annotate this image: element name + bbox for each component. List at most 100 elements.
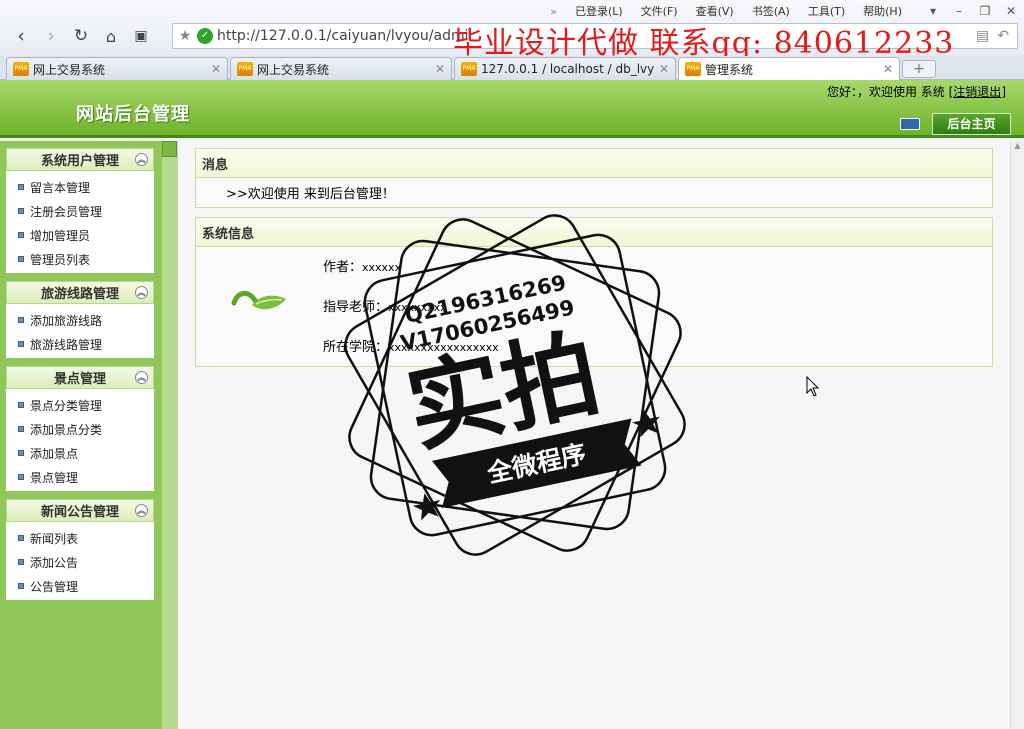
tab-1[interactable]: PMA 网上交易系统 ✕	[6, 57, 228, 80]
sidebar-item[interactable]: 景点管理	[6, 465, 154, 489]
logout-link[interactable]: 注销退出	[953, 85, 1001, 99]
bullet-icon	[18, 341, 24, 347]
nav-buttons: ‹ › ↻ ⌂ ▣	[6, 22, 156, 50]
sidebar-item[interactable]: 旅游线路管理	[6, 332, 154, 356]
tab-strip: PMA 网上交易系统 ✕ PMA 网上交易系统 ✕ PMA 127.0.0.1 …	[0, 56, 1024, 80]
browser-toolbar: » 已登录(L) 文件(F) 查看(V) 书签(A) 工具(T) 帮助(H) ▾…	[0, 0, 1024, 61]
sidebar-toggle-icon[interactable]	[900, 118, 920, 130]
close-tab-icon[interactable]: ✕	[883, 62, 893, 76]
forward-arrow-icon[interactable]: ›	[36, 23, 66, 49]
undo-icon[interactable]: ↶	[997, 28, 1009, 44]
bullet-icon	[18, 474, 24, 480]
url-text[interactable]: http://127.0.0.1/caiyuan/lvyou/admin/ind…	[217, 28, 467, 44]
menu-tools[interactable]: 工具(T)	[808, 3, 845, 19]
sidebar-group-title: 新闻公告管理	[40, 505, 119, 520]
welcome-text: 您好：，欢迎使用 系统 [注销退出]	[827, 83, 1006, 100]
close-window-icon[interactable]: ✕	[998, 4, 1024, 18]
collapse-chevron-icon[interactable]: ︽	[135, 286, 148, 299]
back-arrow-icon[interactable]: ‹	[6, 23, 36, 49]
overflow-chevron-icon[interactable]: »	[550, 5, 557, 18]
bullet-icon	[18, 184, 24, 190]
admin-home-button[interactable]: 后台主页	[932, 113, 1011, 135]
bullet-icon	[18, 317, 24, 323]
page-tool-icon[interactable]: ▤	[976, 28, 989, 44]
sidebar-item[interactable]: 公告管理	[6, 574, 154, 598]
pma-favicon-icon: PMA	[13, 62, 29, 76]
minimize-icon[interactable]: –	[946, 4, 972, 18]
close-tab-icon[interactable]: ✕	[211, 62, 221, 76]
close-tab-icon[interactable]: ✕	[435, 62, 445, 76]
bullet-icon	[18, 583, 24, 589]
sidebar-group-header[interactable]: 景点管理 ︽	[6, 366, 154, 389]
sidebar-item[interactable]: 新闻列表	[6, 526, 154, 550]
sidebar-item-label: 新闻列表	[30, 531, 79, 546]
sidebar-item-label: 添加旅游线路	[30, 313, 103, 328]
tab-2[interactable]: PMA 网上交易系统 ✕	[230, 57, 452, 80]
tab-label: 网上交易系统	[33, 62, 106, 77]
site-title: 网站后台管理	[76, 104, 190, 125]
bullet-icon	[18, 232, 24, 238]
pma-favicon-icon: PMA	[237, 62, 253, 76]
sidebar-item[interactable]: 添加公告	[6, 550, 154, 574]
sidebar-item[interactable]: 景点分类管理	[6, 393, 154, 417]
shirt-icon[interactable]: ▾	[920, 4, 946, 18]
bullet-icon	[18, 256, 24, 262]
restore-icon[interactable]: ❐	[972, 4, 998, 18]
tab-3[interactable]: PMA 127.0.0.1 / localhost / db_lvyou / u…	[454, 57, 676, 80]
sidebar-item[interactable]: 添加旅游线路	[6, 308, 154, 332]
bookmark-manager-icon[interactable]: ▣	[126, 23, 156, 49]
bullet-icon	[18, 559, 24, 565]
collapse-chevron-icon[interactable]: ︽	[135, 371, 148, 384]
close-tab-icon[interactable]: ✕	[659, 62, 669, 76]
admin-header: 网站后台管理 您好：，欢迎使用 系统 [注销退出] 后台主页	[0, 80, 1024, 138]
pma-favicon-icon: PMA	[461, 62, 477, 76]
bullet-icon	[18, 208, 24, 214]
sidebar-group-header[interactable]: 新闻公告管理 ︽	[6, 499, 154, 522]
menu-file[interactable]: 文件(F)	[641, 3, 678, 19]
sidebar-item[interactable]: 添加景点	[6, 441, 154, 465]
collapse-chevron-icon[interactable]: ︽	[135, 153, 148, 166]
home-icon[interactable]: ⌂	[96, 23, 126, 49]
new-tab-button[interactable]: +	[902, 60, 936, 78]
sidebar-item-label: 注册会员管理	[30, 204, 103, 219]
menu-view[interactable]: 查看(V)	[696, 3, 734, 19]
sidebar-item[interactable]: 留言本管理	[6, 175, 154, 199]
sidebar-item-label: 增加管理员	[30, 228, 91, 243]
sidebar-group-title: 系统用户管理	[40, 154, 119, 169]
message-panel-title: 消息	[196, 149, 992, 178]
tab-label: 网上交易系统	[257, 62, 330, 77]
sidebar-group-routes: 旅游线路管理 ︽ 添加旅游线路 旅游线路管理	[6, 281, 154, 358]
sidebar-group-title: 景点管理	[53, 372, 106, 387]
tab-label: 管理系统	[705, 62, 754, 77]
tab-4[interactable]: PMA 管理系统 ✕	[678, 57, 900, 80]
sidebar-group-header[interactable]: 旅游线路管理 ︽	[6, 281, 154, 304]
page-scrollbar[interactable]: ▲	[1010, 141, 1024, 729]
scroll-thumb[interactable]	[162, 141, 177, 157]
pma-favicon-icon: PMA	[685, 62, 701, 76]
scroll-up-icon[interactable]: ▲	[1011, 141, 1024, 155]
menu-bookmarks[interactable]: 书签(A)	[752, 3, 790, 19]
sidebar-item-label: 旅游线路管理	[30, 337, 103, 352]
sidebar-item[interactable]: 添加景点分类	[6, 417, 154, 441]
sidebar-group-header[interactable]: 系统用户管理 ︽	[6, 148, 154, 171]
watermark-stamp: Q2196316269 V17060256499 实拍 全微程序	[344, 214, 686, 556]
welcome-bracket: ]	[1001, 85, 1006, 99]
sidebar-item[interactable]: 管理员列表	[6, 247, 154, 271]
bullet-icon	[18, 402, 24, 408]
leaf-logo-icon	[231, 291, 286, 310]
bullet-icon	[18, 450, 24, 456]
reload-icon[interactable]: ↻	[66, 23, 96, 49]
sidebar-group-title: 旅游线路管理	[40, 287, 119, 302]
sidebar: 系统用户管理 ︽ 留言本管理 注册会员管理 增加管理员 管理员列表 旅游线路管理…	[0, 141, 162, 729]
collapse-chevron-icon[interactable]: ︽	[135, 504, 148, 517]
sidebar-item-label: 景点分类管理	[30, 398, 103, 413]
message-panel: 消息 >>欢迎使用 来到后台管理！	[195, 148, 993, 208]
menu-logged-in[interactable]: 已登录(L)	[575, 3, 623, 19]
sidebar-item-label: 添加公告	[30, 555, 79, 570]
menu-help[interactable]: 帮助(H)	[863, 3, 902, 19]
sidebar-group-scenic: 景点管理 ︽ 景点分类管理 添加景点分类 添加景点 景点管理	[6, 366, 154, 491]
sidebar-item[interactable]: 增加管理员	[6, 223, 154, 247]
sidebar-scrollbar[interactable]	[162, 141, 177, 729]
bookmark-star-icon[interactable]: ★	[173, 28, 197, 44]
sidebar-item[interactable]: 注册会员管理	[6, 199, 154, 223]
